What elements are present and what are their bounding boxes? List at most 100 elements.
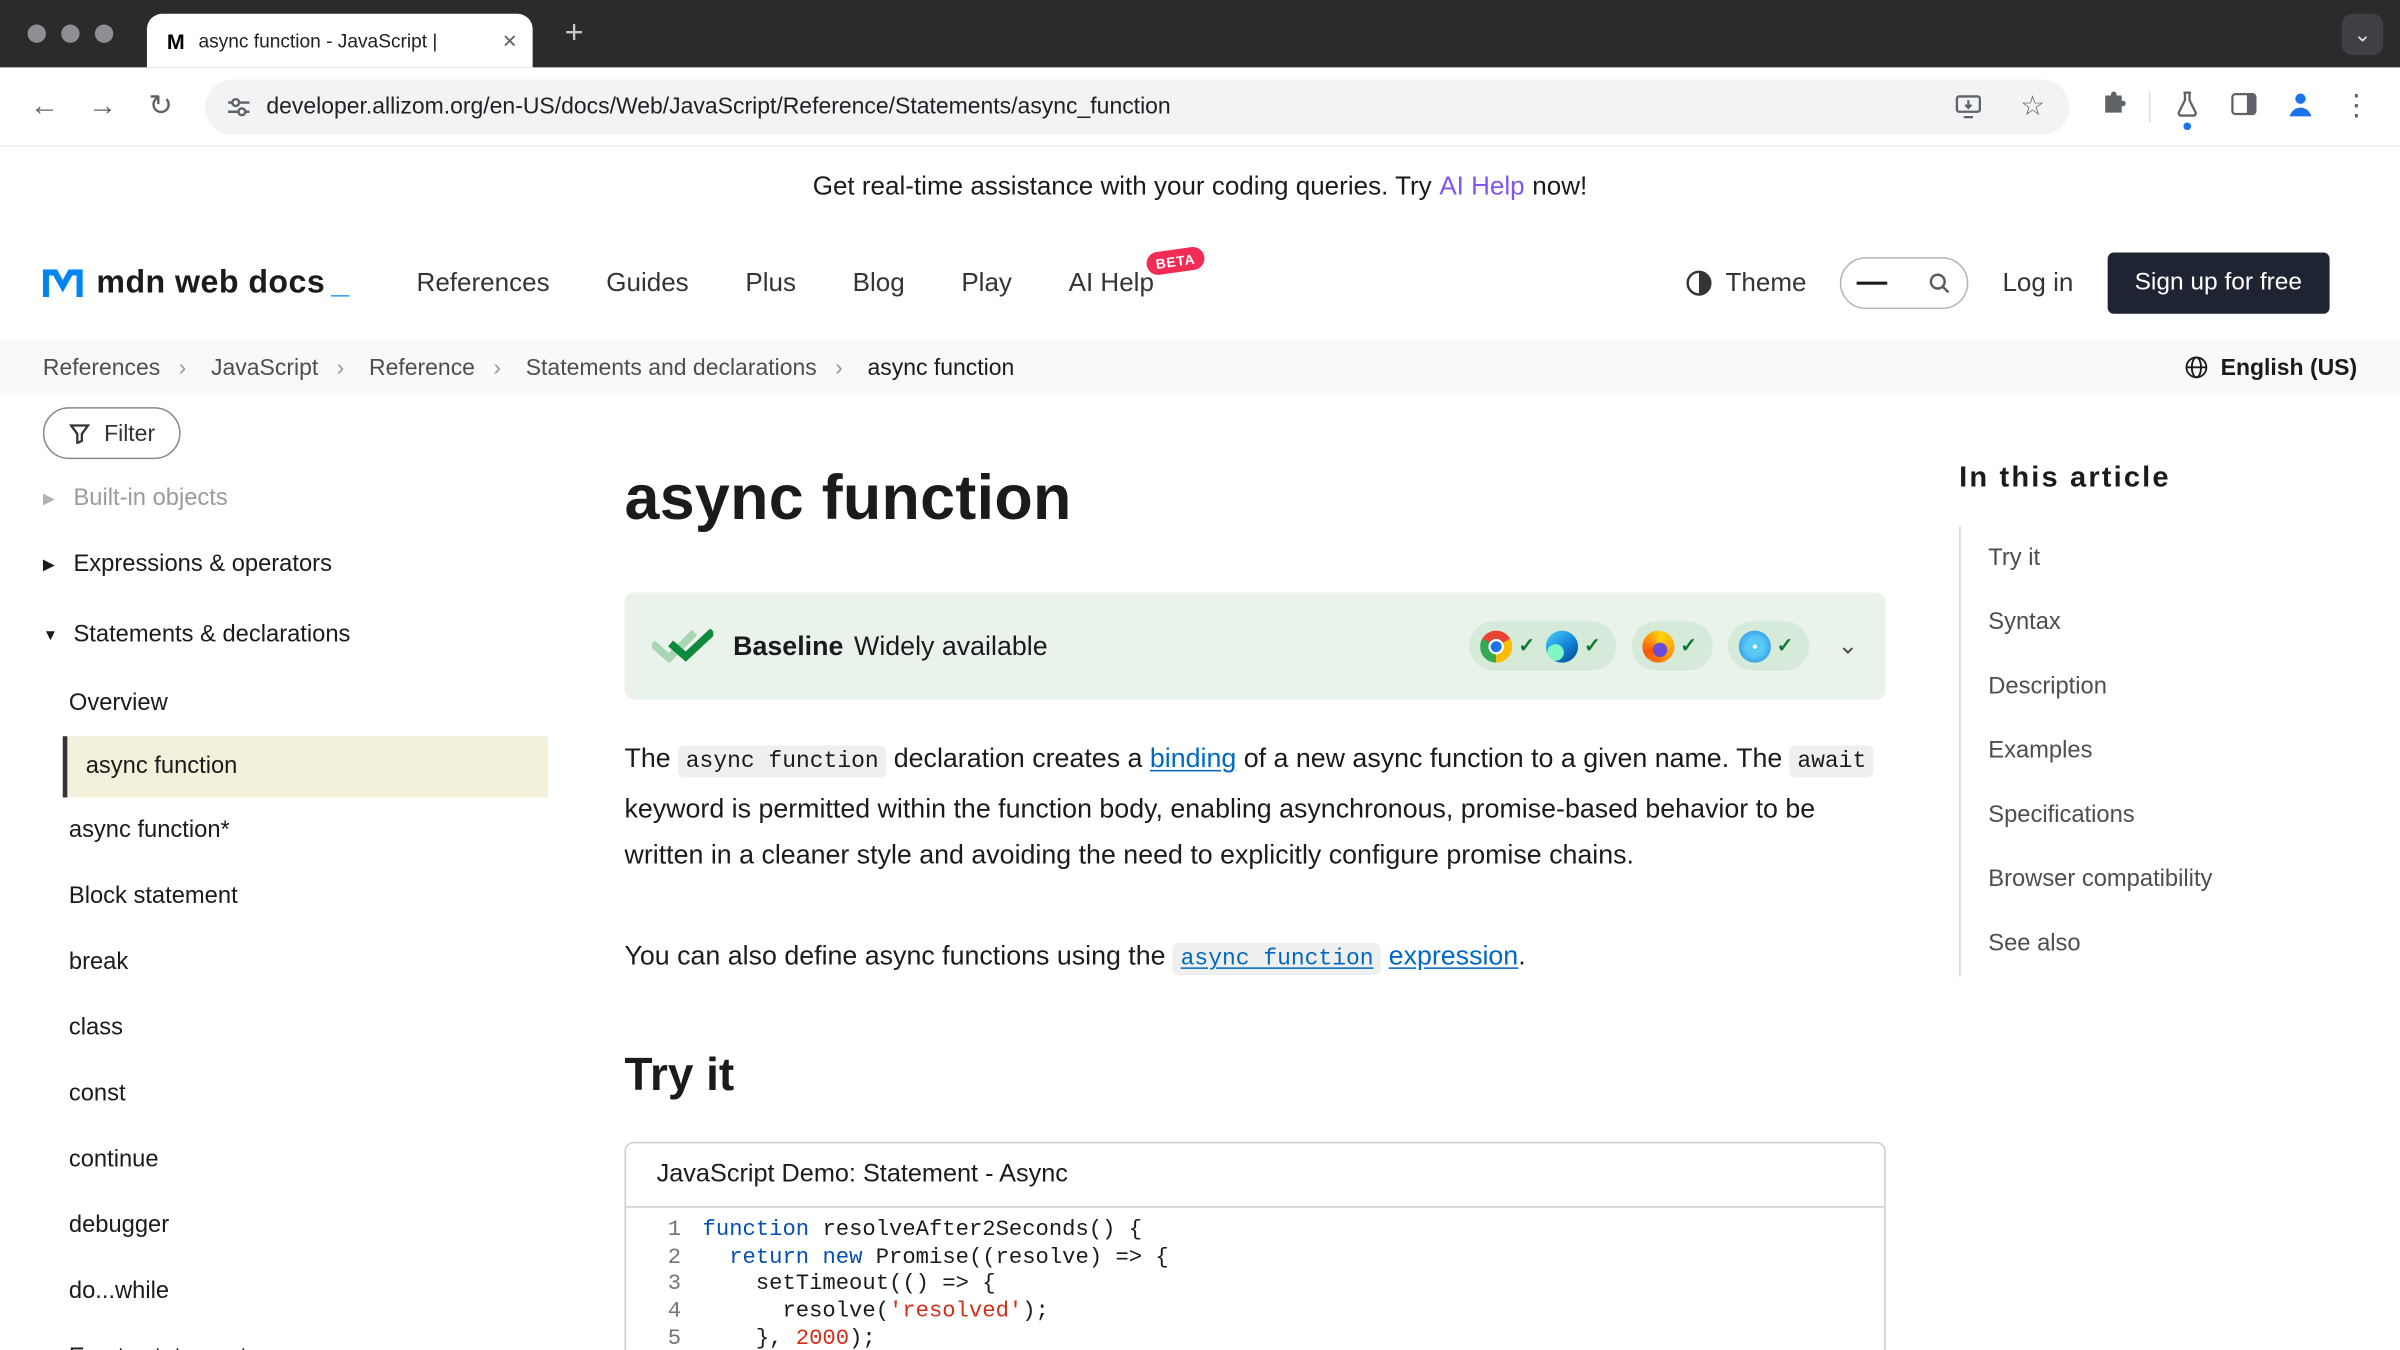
search-input[interactable]: [1840, 257, 1969, 309]
sidebar-item-statements-declarations[interactable]: ▼ Statements & declarations: [43, 600, 548, 670]
support-check-icon: ✓: [1518, 634, 1535, 658]
nav-item[interactable]: Play: [961, 268, 1012, 299]
sidebar-tree-item[interactable]: do...while: [43, 1258, 548, 1324]
sidebar-tree-item[interactable]: Overview: [43, 670, 548, 736]
breadcrumb-item[interactable]: Statements and declarations: [475, 354, 817, 380]
sidebar-tree-item[interactable]: continue: [43, 1127, 548, 1193]
labs-flask-icon[interactable]: [2158, 90, 2215, 124]
toc-link[interactable]: Specifications: [1988, 802, 2134, 830]
breadcrumb-link[interactable]: References: [43, 354, 160, 380]
expression-paragraph: You can also define async functions usin…: [624, 932, 1885, 983]
breadcrumb-link[interactable]: Statements and declarations: [526, 354, 817, 380]
sidebar-tree-item[interactable]: Block statement: [43, 863, 548, 929]
nav-link[interactable]: References: [417, 268, 550, 297]
login-link[interactable]: Log in: [2002, 268, 2073, 299]
toc-link[interactable]: Syntax: [1988, 609, 2061, 637]
toc-link[interactable]: See also: [1988, 931, 2080, 959]
mdn-logo[interactable]: mdn web docs _: [43, 265, 349, 302]
breadcrumb-item[interactable]: JavaScript: [160, 354, 318, 380]
nav-link[interactable]: AI Help: [1069, 268, 1154, 297]
tab-search-chevron-icon[interactable]: ⌄: [2342, 14, 2383, 55]
toc-link[interactable]: Browser compatibility: [1988, 866, 2212, 894]
line-number: 2: [626, 1245, 703, 1272]
back-button[interactable]: ←: [15, 92, 73, 121]
baseline-expand-chevron-icon[interactable]: ⌄: [1838, 631, 1859, 662]
bookmark-star-icon[interactable]: ☆: [2008, 90, 2057, 122]
sidebar-item-label: do...while: [69, 1277, 169, 1305]
search-icon[interactable]: [1927, 271, 1951, 295]
nav-link[interactable]: Blog: [853, 268, 905, 297]
toc-link[interactable]: Description: [1988, 673, 2107, 701]
sidebar-tree-item[interactable]: async function*: [43, 797, 548, 863]
nav-item[interactable]: Plus: [745, 268, 796, 299]
side-panel-icon[interactable]: [2215, 91, 2272, 122]
breadcrumb-link[interactable]: async function: [868, 354, 1015, 380]
breadcrumb-link[interactable]: JavaScript: [211, 354, 318, 380]
mdn-logo-mark-icon: [43, 269, 86, 298]
nav-link[interactable]: Plus: [745, 268, 796, 297]
header-actions: Theme Log in Sign up for free: [1686, 253, 2330, 314]
nav-link[interactable]: Play: [961, 268, 1012, 297]
inline-link[interactable]: expression: [1389, 940, 1519, 971]
baseline-banner[interactable]: Baseline Widely available ✓✓✓✓ ⌄: [624, 592, 1885, 699]
extensions-icon[interactable]: [2085, 90, 2142, 124]
filter-button[interactable]: Filter: [43, 407, 181, 459]
demo-code[interactable]: 1function resolveAfter2Seconds() {2 retu…: [626, 1208, 1884, 1350]
breadcrumb-item[interactable]: Reference: [318, 354, 475, 380]
nav-item[interactable]: AI Help BETA: [1069, 268, 1154, 299]
toc-link[interactable]: Try it: [1988, 545, 2040, 573]
sidebar-item-label: class: [69, 1014, 123, 1042]
tab-bar: M async function - JavaScript | ✕ + ⌄: [0, 0, 2400, 67]
sidebar-item-expressions-operators[interactable]: ▶ Expressions & operators: [43, 530, 548, 600]
url-text[interactable]: developer.allizom.org/en-US/docs/Web/Jav…: [266, 93, 1928, 119]
sidebar-tree-item[interactable]: debugger: [43, 1192, 548, 1258]
breadcrumb-link[interactable]: Reference: [369, 354, 475, 380]
promo-text-before: Get real-time assistance with your codin…: [813, 171, 1432, 202]
toc-item[interactable]: Examples: [1988, 719, 2400, 783]
toc-item[interactable]: See also: [1988, 912, 2400, 976]
address-bar[interactable]: developer.allizom.org/en-US/docs/Web/Jav…: [205, 79, 2069, 134]
forward-button[interactable]: →: [73, 92, 131, 121]
nav-item[interactable]: Guides: [606, 268, 688, 299]
language-switcher[interactable]: English (US): [2184, 354, 2357, 380]
new-tab-button[interactable]: +: [551, 0, 597, 67]
close-tab-icon[interactable]: ✕: [502, 30, 517, 51]
sidebar-tree-item[interactable]: const: [43, 1061, 548, 1127]
ai-help-link[interactable]: AI Help: [1439, 171, 1524, 202]
site-settings-icon[interactable]: [227, 94, 251, 118]
signup-button[interactable]: Sign up for free: [2107, 253, 2330, 314]
toc-item[interactable]: Specifications: [1988, 784, 2400, 848]
close-window-button[interactable]: [28, 24, 46, 42]
toc-item[interactable]: Browser compatibility: [1988, 848, 2400, 912]
sidebar-tree-item[interactable]: class: [43, 995, 548, 1061]
tab-title: async function - JavaScript |: [198, 30, 488, 51]
toc-item[interactable]: Description: [1988, 655, 2400, 719]
breadcrumb-bar: References JavaScript Reference Statemen…: [0, 340, 2400, 395]
theme-button[interactable]: Theme: [1686, 268, 1807, 299]
breadcrumb-item[interactable]: References: [43, 354, 160, 380]
inline-link[interactable]: binding: [1150, 742, 1236, 773]
tryit-heading: Try it: [624, 1050, 1885, 1102]
sidebar-tree-item[interactable]: break: [43, 929, 548, 995]
browser-tab[interactable]: M async function - JavaScript | ✕: [147, 14, 533, 68]
toc-item[interactable]: Syntax: [1988, 591, 2400, 655]
breadcrumb-item[interactable]: async function: [817, 354, 1015, 380]
toc-item[interactable]: Try it: [1988, 527, 2400, 591]
mdn-favicon-icon: M: [167, 28, 185, 52]
nav-link[interactable]: Guides: [606, 268, 688, 297]
sidebar-tree-item[interactable]: Empty statement: [43, 1324, 548, 1350]
inline-code-link[interactable]: async function: [1173, 943, 1381, 975]
toc-link[interactable]: Examples: [1988, 738, 2092, 766]
sidebar-item-built-in-objects[interactable]: ▶ Built-in objects: [43, 468, 548, 529]
minimize-window-button[interactable]: [61, 24, 79, 42]
profile-avatar-icon[interactable]: [2271, 88, 2328, 125]
install-icon[interactable]: [1944, 93, 1993, 119]
zoom-window-button[interactable]: [95, 24, 113, 42]
nav-item[interactable]: Blog: [853, 268, 905, 299]
mdn-logo-text: mdn web docs: [96, 265, 325, 302]
demo-title: JavaScript Demo: Statement - Async: [626, 1143, 1884, 1207]
reload-button[interactable]: ↻: [132, 92, 190, 121]
nav-item[interactable]: References: [417, 268, 550, 299]
browser-menu-kebab-icon[interactable]: ⋮: [2328, 92, 2385, 121]
sidebar-tree-item[interactable]: async function: [63, 736, 548, 797]
